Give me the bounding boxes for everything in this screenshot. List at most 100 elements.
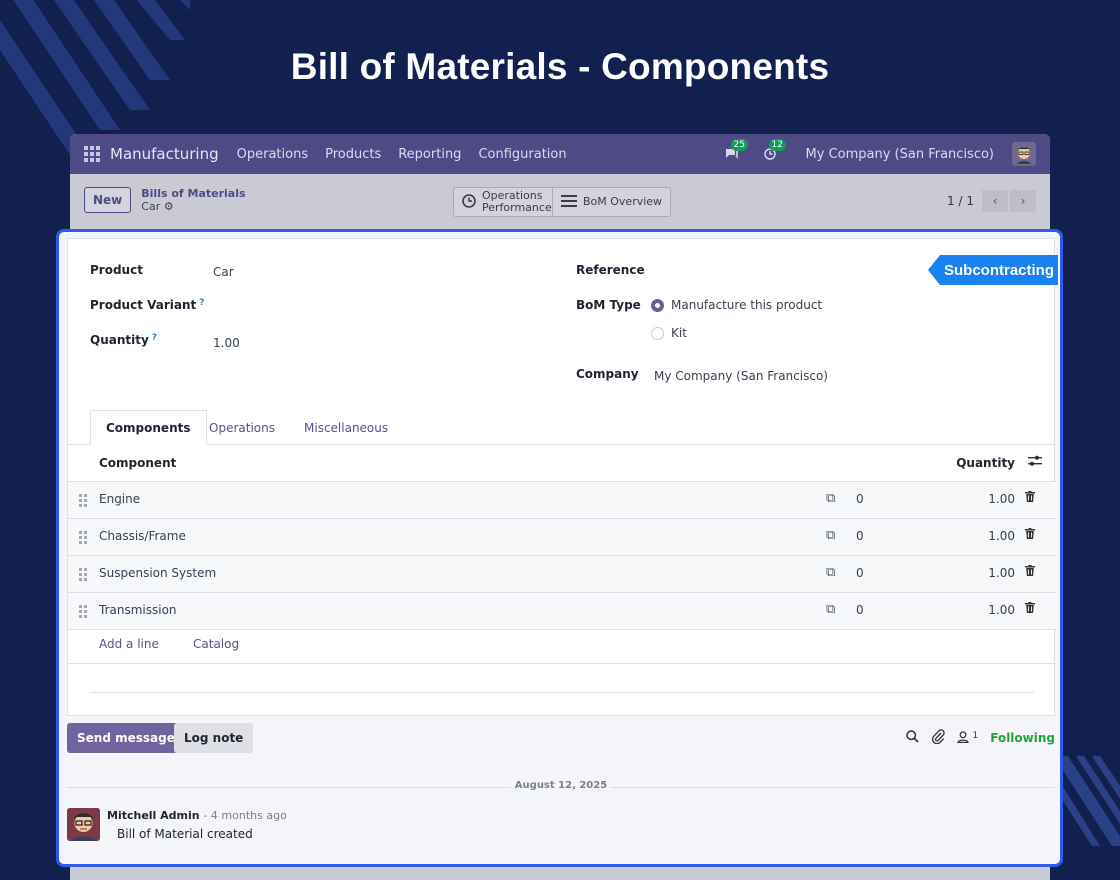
breadcrumb: Bills of Materials Car ⚙: [141, 187, 245, 213]
gear-icon[interactable]: ⚙: [164, 200, 174, 213]
drag-handle-icon[interactable]: [79, 605, 87, 618]
search-icon[interactable]: [905, 730, 919, 746]
copy-icon[interactable]: ⧉: [826, 528, 835, 543]
tab-components[interactable]: Components: [90, 410, 207, 445]
table-row[interactable]: Engine ⧉ 0 1.00: [68, 482, 1056, 519]
pager-value[interactable]: 1 / 1: [947, 194, 974, 208]
bom-type-label: BoM Type: [576, 298, 641, 312]
menu-reporting[interactable]: Reporting: [398, 147, 461, 162]
copy-icon[interactable]: ⧉: [826, 602, 835, 617]
following-button[interactable]: Following: [990, 731, 1055, 745]
quantity-field[interactable]: 1.00: [213, 336, 240, 350]
menu-operations[interactable]: Operations: [237, 147, 308, 162]
app-brand[interactable]: Manufacturing: [110, 145, 219, 163]
divider: [68, 663, 1056, 664]
drag-handle-icon[interactable]: [79, 568, 87, 581]
components-table-header: Component Quantity: [68, 445, 1056, 482]
operations-performance-label: Operations Performance: [482, 189, 552, 214]
radio-button-selected[interactable]: [651, 298, 664, 312]
author-avatar[interactable]: [67, 808, 100, 841]
component-name[interactable]: Chassis/Frame: [99, 529, 186, 543]
copy-icon[interactable]: ⧉: [826, 491, 835, 506]
activities-badge: 12: [768, 139, 786, 151]
column-settings-icon[interactable]: [1028, 455, 1042, 471]
component-quantity[interactable]: 1.00: [988, 566, 1015, 580]
catalog-link[interactable]: Catalog: [193, 637, 239, 651]
menu-products[interactable]: Products: [325, 147, 381, 162]
component-name[interactable]: Suspension System: [99, 566, 216, 580]
radio-button[interactable]: [651, 326, 664, 340]
messages-badge: 25: [730, 139, 748, 151]
bom-overview-button[interactable]: BoM Overview: [552, 188, 670, 216]
component-quantity[interactable]: 1.00: [988, 529, 1015, 543]
followers-button[interactable]: 1: [957, 730, 979, 746]
column-quantity[interactable]: Quantity: [956, 456, 1015, 470]
pager: 1 / 1 ‹ ›: [947, 190, 1036, 212]
message-time: - 4 months ago: [203, 809, 287, 822]
company-switcher[interactable]: My Company (San Francisco): [806, 147, 994, 162]
pager-previous-button[interactable]: ‹: [982, 190, 1008, 212]
breadcrumb-parent[interactable]: Bills of Materials: [141, 187, 245, 200]
column-component[interactable]: Component: [99, 456, 176, 470]
chatter-toolbar: Send message Log note 1 Following: [67, 723, 1055, 753]
list-icon: [561, 194, 577, 210]
radio-manufacture[interactable]: Manufacture this product: [651, 298, 822, 312]
help-icon: ?: [199, 298, 205, 308]
help-icon: ?: [151, 333, 158, 343]
add-line-link[interactable]: Add a line: [99, 637, 159, 651]
activities-icon[interactable]: 12: [760, 139, 786, 162]
user-avatar[interactable]: [1012, 142, 1036, 166]
menu-configuration[interactable]: Configuration: [478, 147, 566, 162]
bom-overview-label: BoM Overview: [583, 195, 663, 208]
quantity-label: Quantity?: [90, 333, 158, 347]
breadcrumb-current: Car: [141, 200, 161, 213]
apps-grid-icon[interactable]: [84, 146, 100, 162]
form-sheet: Subcontracting Product Car Product Varia…: [67, 238, 1058, 716]
component-count: 0: [856, 603, 864, 617]
send-message-button[interactable]: Send message: [67, 723, 185, 753]
reference-field[interactable]: [654, 263, 874, 281]
tab-miscellaneous[interactable]: Miscellaneous: [304, 410, 388, 445]
component-name[interactable]: Transmission: [99, 603, 177, 617]
trash-icon[interactable]: [1025, 565, 1035, 579]
reference-label: Reference: [576, 263, 645, 277]
table-row[interactable]: Suspension System ⧉ 0 1.00: [68, 556, 1056, 593]
paperclip-icon[interactable]: [931, 729, 945, 747]
author-name[interactable]: Mitchell Admin: [107, 809, 200, 822]
messages-icon[interactable]: 25: [722, 139, 748, 162]
new-button[interactable]: New: [84, 187, 132, 213]
radio-kit-label: Kit: [671, 326, 687, 340]
trash-icon[interactable]: [1025, 602, 1035, 616]
copy-icon[interactable]: ⧉: [826, 565, 835, 580]
trash-icon[interactable]: [1025, 528, 1035, 542]
followers-count: 1: [972, 730, 979, 741]
component-count: 0: [856, 492, 864, 506]
radio-kit[interactable]: Kit: [651, 326, 687, 340]
product-variant-field[interactable]: [213, 299, 413, 317]
chatter-message: Mitchell Admin - 4 months ago Bill of Ma…: [67, 808, 1055, 844]
table-row[interactable]: Transmission ⧉ 0 1.00: [68, 593, 1056, 630]
divider: [90, 692, 1034, 693]
component-count: 0: [856, 566, 864, 580]
top-navbar: Manufacturing Operations Products Report…: [70, 134, 1050, 174]
tab-operations[interactable]: Operations: [209, 410, 275, 445]
drag-handle-icon[interactable]: [79, 531, 87, 544]
company-field[interactable]: My Company (San Francisco): [654, 369, 828, 383]
product-field[interactable]: Car: [213, 265, 234, 279]
smart-buttons: Operations Performance BoM Overview: [453, 187, 672, 217]
log-note-button[interactable]: Log note: [174, 723, 254, 753]
table-row[interactable]: Chassis/Frame ⧉ 0 1.00: [68, 519, 1056, 556]
pager-next-button[interactable]: ›: [1010, 190, 1036, 212]
component-count: 0: [856, 529, 864, 543]
subcontracting-ribbon: Subcontracting: [927, 255, 1058, 285]
component-quantity[interactable]: 1.00: [988, 603, 1015, 617]
message-author: Mitchell Admin - 4 months ago: [107, 809, 287, 822]
component-quantity[interactable]: 1.00: [988, 492, 1015, 506]
notebook-tabs: Components Operations Miscellaneous: [68, 410, 1056, 445]
chevron-left-icon: ‹: [992, 194, 998, 208]
company-label: Company: [576, 367, 639, 381]
trash-icon[interactable]: [1025, 491, 1035, 505]
operations-performance-button[interactable]: Operations Performance: [454, 188, 552, 216]
component-name[interactable]: Engine: [99, 492, 140, 506]
drag-handle-icon[interactable]: [79, 494, 87, 507]
